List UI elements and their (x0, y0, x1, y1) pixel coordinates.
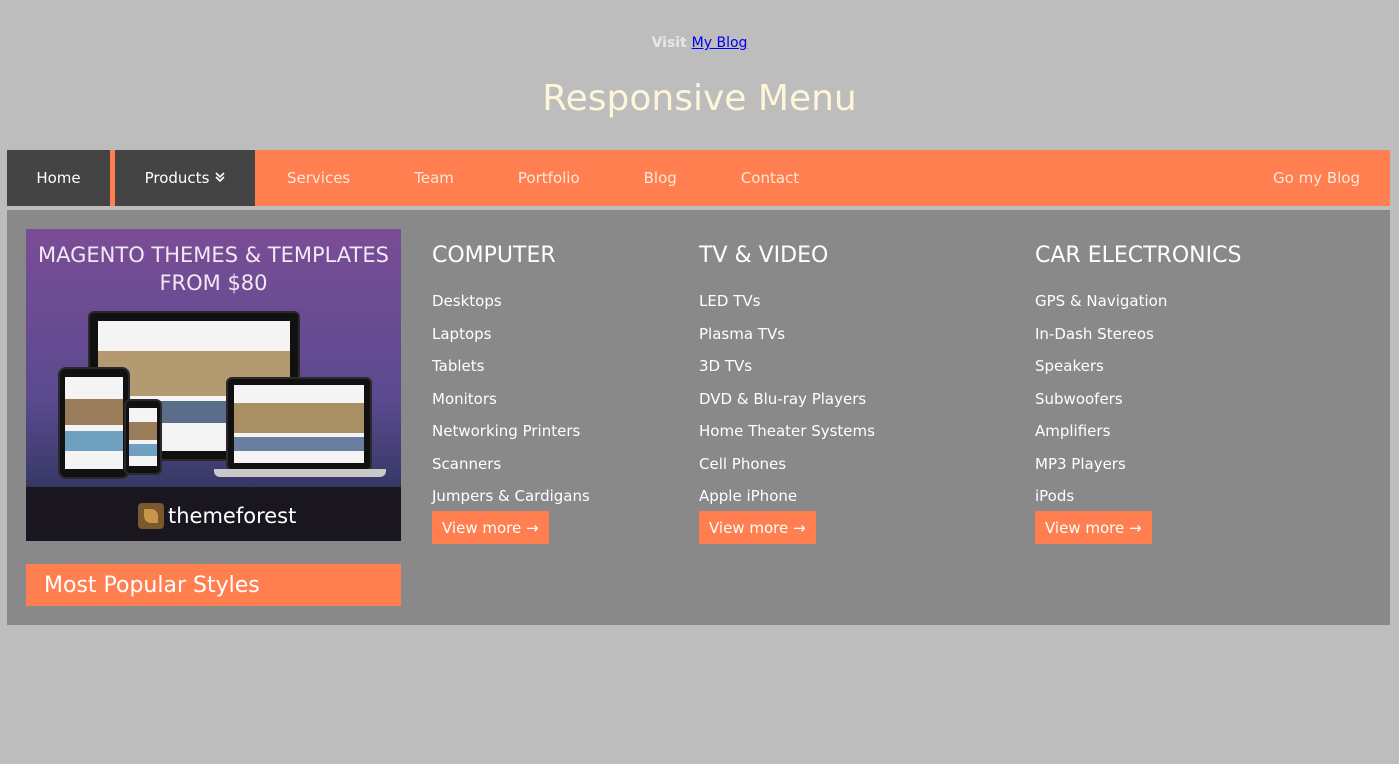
nav-home[interactable]: Home (7, 150, 110, 206)
promo-headline: MAGENTO THEMES & TEMPLATES (38, 243, 389, 267)
nav-blog-label: Blog (643, 169, 677, 187)
menu-link[interactable]: Plasma TVs (699, 323, 875, 356)
column-heading: CAR ELECTRONICS (1035, 243, 1242, 268)
link-list: LED TVs Plasma TVs 3D TVs DVD & Blu-ray … (699, 290, 875, 518)
menu-link[interactable]: Tablets (432, 355, 590, 388)
nav-team-label: Team (414, 169, 454, 187)
promo-banner[interactable]: MAGENTO THEMES & TEMPLATES FROM $80 them… (26, 229, 401, 541)
link-list: Desktops Laptops Tablets Monitors Networ… (432, 290, 590, 518)
column-heading: TV & VIDEO (699, 243, 829, 268)
leaf-icon (138, 503, 164, 529)
nav-blog[interactable]: Blog (612, 150, 709, 206)
menu-link[interactable]: Speakers (1035, 355, 1241, 388)
nav-services-label: Services (287, 169, 351, 187)
nav-portfolio-label: Portfolio (517, 169, 580, 187)
menu-link[interactable]: Laptops (432, 323, 590, 356)
menu-link[interactable]: Scanners (432, 453, 590, 486)
main-navbar: Home Products Services Team Portfolio Bl… (7, 150, 1390, 206)
menu-link[interactable]: Home Theater Systems (699, 420, 875, 453)
promo-price: FROM $80 (159, 271, 268, 295)
view-more-button[interactable]: View more → (699, 511, 816, 544)
menu-link[interactable]: Networking Printers (432, 420, 590, 453)
menu-link[interactable]: In-Dash Stereos (1035, 323, 1241, 356)
tablet-image (58, 367, 130, 479)
menu-link[interactable]: 3D TVs (699, 355, 875, 388)
visit-prefix: Visit (651, 35, 687, 51)
my-blog-link[interactable]: My Blog (692, 35, 748, 51)
nav-contact-label: Contact (740, 169, 800, 187)
themeforest-logo: themeforest (138, 503, 296, 529)
phone-image (124, 399, 162, 475)
menu-link[interactable]: GPS & Navigation (1035, 290, 1241, 323)
page-title: Responsive Menu (542, 78, 857, 119)
most-popular-styles-caption[interactable]: Most Popular Styles (26, 564, 401, 606)
chevron-down-icon (215, 171, 225, 185)
nav-go-my-blog-label: Go my Blog (1273, 169, 1360, 187)
column-car-electronics: CAR ELECTRONICS GPS & Navigation In-Dash… (1035, 241, 1241, 544)
column-computer: COMPUTER Desktops Laptops Tablets Monito… (432, 241, 590, 544)
nav-team[interactable]: Team (382, 150, 486, 206)
nav-contact[interactable]: Contact (709, 150, 831, 206)
menu-link[interactable]: Desktops (432, 290, 590, 323)
menu-link[interactable]: Subwoofers (1035, 388, 1241, 421)
nav-portfolio[interactable]: Portfolio (486, 150, 612, 206)
view-more-button[interactable]: View more → (1035, 511, 1152, 544)
nav-services[interactable]: Services (255, 150, 382, 206)
nav-products[interactable]: Products (115, 150, 255, 206)
view-more-button[interactable]: View more → (432, 511, 549, 544)
nav-home-label: Home (36, 169, 81, 187)
laptop-base (214, 469, 386, 477)
link-list: GPS & Navigation In-Dash Stereos Speaker… (1035, 290, 1241, 518)
nav-go-my-blog[interactable]: Go my Blog (1273, 150, 1390, 206)
laptop-image (226, 377, 372, 471)
menu-link[interactable]: Amplifiers (1035, 420, 1241, 453)
nav-products-label: Products (144, 169, 210, 187)
menu-link[interactable]: MP3 Players (1035, 453, 1241, 486)
menu-link[interactable]: Monitors (432, 388, 590, 421)
column-tv-video: TV & VIDEO LED TVs Plasma TVs 3D TVs DVD… (699, 241, 875, 544)
menu-link[interactable]: LED TVs (699, 290, 875, 323)
mega-menu-panel: MAGENTO THEMES & TEMPLATES FROM $80 them… (7, 210, 1390, 625)
visit-line: Visit My Blog (0, 35, 1399, 51)
menu-link[interactable]: Cell Phones (699, 453, 875, 486)
themeforest-wordmark: themeforest (168, 504, 297, 528)
most-popular-styles-label: Most Popular Styles (44, 572, 260, 598)
menu-link[interactable]: DVD & Blu-ray Players (699, 388, 875, 421)
column-heading: COMPUTER (432, 243, 556, 268)
